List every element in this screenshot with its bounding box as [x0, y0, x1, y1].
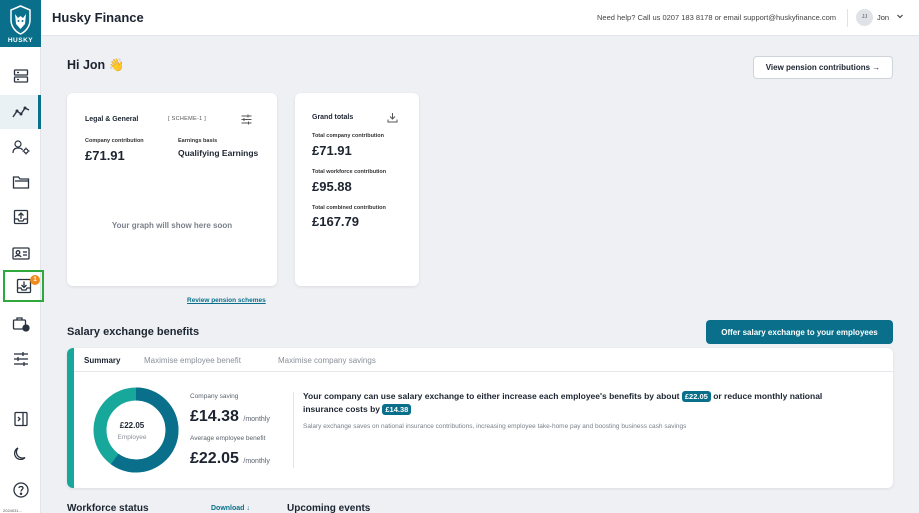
theme-toggle[interactable]	[0, 437, 41, 471]
download-link[interactable]: Download ↓	[211, 505, 250, 512]
app-version: 2024031...	[3, 508, 22, 513]
help-contact-text[interactable]: Need help? Call us 0207 183 8178 or emai…	[597, 13, 836, 22]
sidebar-item-settings[interactable]	[0, 342, 41, 376]
grand-totals-card: Grand totals Total company contribution …	[295, 93, 419, 286]
sidebar-item-id-card[interactable]	[0, 236, 41, 270]
sidebar-item-inbox[interactable]: 1	[3, 270, 44, 302]
scheme-card: Legal & General [ SCHEME-1 ] Company con…	[67, 93, 277, 286]
vertical-divider	[293, 392, 294, 468]
notification-badge: 1	[30, 275, 40, 285]
sidebar-item-documents[interactable]	[0, 165, 41, 199]
total-workforce-value: £95.88	[312, 179, 352, 194]
tab-summary[interactable]: Summary	[84, 356, 120, 365]
employee-benefit-pill: £22.05	[681, 391, 711, 402]
company-saving-value: £14.38 /monthly	[190, 408, 270, 426]
help-icon	[12, 482, 29, 498]
download-icon[interactable]	[387, 112, 398, 123]
brand-name: HUSKY	[7, 37, 34, 44]
server-icon	[13, 69, 28, 83]
headline-part-a: Your company can use salary exchange to …	[303, 391, 680, 401]
briefcase-clock-icon	[12, 317, 30, 332]
avg-benefit-value: £22.05 /monthly	[190, 450, 270, 468]
company-saving-amount: £14.38	[190, 408, 239, 425]
donut-value: £22.05	[119, 421, 145, 430]
company-contribution-label: Company contribution	[85, 138, 144, 144]
workforce-status-title: Workforce status	[67, 503, 149, 513]
filter-sliders-icon[interactable]	[241, 114, 252, 125]
view-pension-contributions-button[interactable]: View pension contributions →	[753, 56, 893, 79]
salary-exchange-title: Salary exchange benefits	[67, 326, 200, 338]
sidebar: HUSKY 1 2024031...	[0, 0, 44, 513]
total-company-value: £71.91	[312, 143, 352, 158]
salary-exchange-subtext: Salary exchange saves on national insura…	[303, 423, 687, 430]
upcoming-events-title: Upcoming events	[287, 503, 371, 513]
header-divider	[847, 9, 848, 27]
folder-icon	[12, 176, 29, 189]
salary-exchange-headline: Your company can use salary exchange to …	[303, 390, 863, 416]
total-company-label: Total company contribution	[312, 133, 385, 139]
company-contribution-value: £71.91	[85, 148, 125, 163]
offer-salary-exchange-button[interactable]: Offer salary exchange to your employees	[706, 320, 893, 344]
grand-totals-title: Grand totals	[312, 114, 354, 121]
sidebar-item-analytics[interactable]	[0, 95, 41, 129]
page-greeting: Hi Jon 👋	[67, 58, 125, 72]
people-settings-icon	[11, 140, 29, 155]
app-title: Husky Finance	[52, 10, 144, 25]
sidebar-item-upload[interactable]	[0, 200, 41, 234]
salary-exchange-tabs: Summary Maximise employee benefit Maximi…	[74, 348, 893, 372]
tab-maximise-employee-benefit[interactable]: Maximise employee benefit	[144, 356, 241, 365]
sidebar-item-dashboard[interactable]	[0, 59, 41, 93]
ni-saving-pill: £14.38	[382, 404, 412, 415]
sidebar-item-schedule[interactable]	[0, 307, 41, 341]
review-pension-schemes-link[interactable]: Review pension schemes	[187, 297, 266, 304]
graph-placeholder: Your graph will show here soon	[111, 221, 233, 230]
total-workforce-label: Total workforce contribution	[312, 169, 387, 175]
sidebar-collapse-toggle[interactable]	[0, 402, 41, 436]
earnings-basis-value: Qualifying Earnings	[178, 148, 259, 158]
sidebar-item-people[interactable]	[0, 130, 41, 164]
sidebar-toggle-icon	[13, 411, 28, 427]
donut-label: Employee	[117, 434, 147, 441]
salary-exchange-donut	[93, 387, 179, 473]
id-card-icon	[11, 247, 30, 260]
tab-maximise-company-savings[interactable]: Maximise company savings	[278, 356, 376, 365]
chevron-down-icon[interactable]	[896, 12, 904, 20]
top-header: Husky Finance Need help? Call us 0207 18…	[41, 0, 919, 36]
earnings-basis-label: Earnings basis	[178, 138, 218, 144]
chart-line-icon	[11, 106, 29, 118]
user-name[interactable]: Jon	[877, 13, 889, 22]
husky-logo[interactable]: HUSKY	[0, 0, 41, 47]
scheme-provider: Legal & General	[85, 116, 139, 123]
moon-icon	[13, 447, 25, 460]
help-button[interactable]	[0, 473, 41, 507]
husky-shield-icon	[10, 5, 31, 35]
unit-monthly: /monthly	[243, 416, 270, 423]
sliders-icon	[13, 352, 28, 366]
scheme-id: [ SCHEME-1 ]	[168, 116, 207, 122]
total-combined-label: Total combined contribution	[312, 205, 386, 211]
unit-monthly: /monthly	[243, 458, 270, 465]
card-accent-bar	[67, 348, 74, 488]
avg-benefit-label: Average employee benefit	[190, 435, 266, 442]
company-saving-label: Company saving	[190, 393, 239, 400]
salary-exchange-card: Summary Maximise employee benefit Maximi…	[67, 348, 893, 488]
avatar[interactable]: JJ	[856, 9, 873, 26]
total-combined-value: £167.79	[312, 214, 359, 229]
upload-tray-icon	[13, 209, 28, 225]
avg-benefit-amount: £22.05	[190, 450, 239, 467]
